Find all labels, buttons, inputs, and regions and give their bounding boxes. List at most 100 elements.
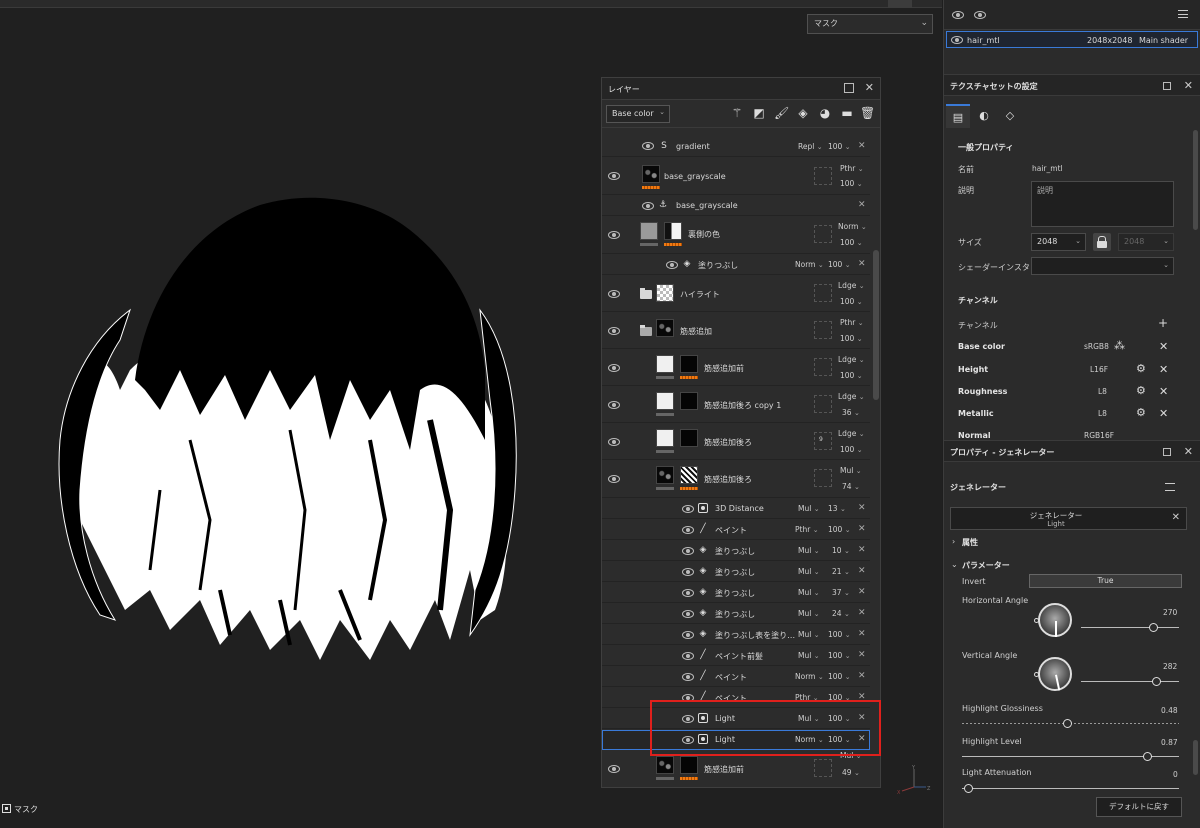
eye-icon[interactable] [608,475,620,483]
layer-row[interactable]: 筋感追加後ろ copy 1 Ldge ⌄ 36 ⌄ [602,387,870,423]
opacity[interactable]: 100 ⌄ [840,334,863,343]
tab-material-icon[interactable]: ◐ [972,104,996,128]
highlight-level-value[interactable]: 0.87 [1161,738,1178,747]
eye-icon[interactable] [608,327,620,335]
eye-icon[interactable] [682,547,694,555]
chevron-right-icon[interactable]: › [952,537,955,546]
eye-icon[interactable] [682,505,694,513]
eye-icon[interactable] [608,765,620,773]
effect-row[interactable]: ◈ 塗りつぶし表を塗り… Mul ⌄ 100 ⌄ ✕ [602,625,870,645]
chevron-down-icon[interactable]: ⌄ [951,560,958,569]
blend-mode[interactable]: Mul ⌄ [798,588,820,597]
remove-channel-icon[interactable]: ✕ [1159,407,1168,420]
attributes-section[interactable]: 属性 [962,537,978,548]
close-icon[interactable]: ✕ [858,200,866,210]
blend-mode[interactable]: Norm ⌄ [795,672,824,681]
close-icon[interactable]: ✕ [1184,79,1193,92]
opacity[interactable]: 13 ⌄ [828,504,846,513]
add-channel-icon[interactable]: + [1158,316,1168,330]
mask-slot[interactable] [814,225,832,243]
horizontal-angle-dial[interactable] [1034,603,1072,637]
blend-mode[interactable]: Mul ⌄ [798,546,820,555]
opacity[interactable]: 100 ⌄ [840,297,863,306]
horizontal-angle-slider[interactable] [1081,627,1179,628]
layer-row[interactable]: ◈ 塗りつぶし Norm ⌄ 100 ⌄ ✕ [602,255,870,275]
close-icon[interactable]: ✕ [858,692,866,702]
vertical-angle-value[interactable]: 282 [1163,662,1177,671]
vertical-angle-dial[interactable] [1034,657,1072,691]
eye-icon[interactable] [951,36,963,44]
blend-mode[interactable]: Mul ⌄ [798,651,820,660]
gear-icon[interactable]: ⚙ [1136,407,1146,418]
close-icon[interactable]: ✕ [858,545,866,555]
blend-mode[interactable]: Repl ⌄ [798,142,823,151]
gear-icon[interactable]: ⚙ [1136,363,1146,374]
opacity[interactable]: 100 ⌄ [840,445,863,454]
eye-icon[interactable] [608,290,620,298]
close-icon[interactable]: ✕ [858,650,866,660]
channel-select[interactable]: Base color ⌄ [606,105,670,123]
close-icon[interactable]: ✕ [858,566,866,576]
mask-slot[interactable] [814,284,832,302]
dial-handle[interactable] [1034,618,1039,623]
blend-mode[interactable]: Pthr ⌄ [840,318,864,327]
effect-row[interactable]: 3D Distance Mul ⌄ 13 ⌄ ✕ [602,499,870,519]
eye-icon[interactable] [642,142,654,150]
highlight-glossiness-value[interactable]: 0.48 [1161,706,1178,715]
close-icon[interactable]: ✕ [858,259,866,269]
eye-icon[interactable] [974,11,986,19]
opacity[interactable]: 100 ⌄ [828,630,851,639]
opacity[interactable]: 100 ⌄ [828,142,851,151]
blend-mode[interactable]: Norm ⌄ [795,735,824,744]
opacity[interactable]: 100 ⌄ [828,651,851,660]
brush-icon[interactable]: 🖌 [774,106,789,120]
blend-mode[interactable]: Ldge ⌄ [838,392,865,401]
opacity[interactable]: 10 ⌄ [832,546,850,555]
mask-add-icon[interactable]: ◕ [818,106,832,120]
eye-icon[interactable] [608,438,620,446]
eye-icon[interactable] [682,568,694,576]
eye-icon[interactable] [682,631,694,639]
invert-toggle[interactable]: True [1029,574,1182,588]
eye-icon[interactable] [682,715,694,723]
light-attenuation-slider[interactable] [962,788,1179,789]
fill-layer-icon[interactable]: ◈ [796,106,810,120]
effect-row[interactable]: ◈ 塗りつぶし Mul ⌄ 21 ⌄ ✕ [602,562,870,582]
mask-slot[interactable] [814,358,832,376]
texture-settings-scrollbar[interactable] [1193,130,1198,230]
panel-dock-icon[interactable] [844,83,854,93]
blend-mode[interactable]: Pthr ⌄ [840,164,864,173]
trash-icon[interactable]: 🗑 [860,106,875,120]
reset-default-button[interactable]: デフォルトに戻す [1096,797,1182,817]
close-icon[interactable]: ✕ [858,671,866,681]
menu-icon[interactable] [1165,483,1175,491]
opacity[interactable]: 100 ⌄ [840,238,863,247]
opacity[interactable]: 100 ⌄ [828,693,851,702]
eye-icon[interactable] [682,526,694,534]
texture-set-row[interactable]: hair_mtl 2048x2048 Main shader [946,31,1198,48]
blend-mode[interactable]: Ldge ⌄ [838,281,865,290]
parameters-section[interactable]: パラメーター [962,560,1010,571]
add-effect-icon[interactable]: ◩ [752,106,766,120]
close-icon[interactable]: ✕ [858,141,866,151]
mask-slot[interactable] [814,432,832,450]
layer-row[interactable]: ハイライト Ldge ⌄ 100 ⌄ [602,276,870,312]
opacity[interactable]: 100 ⌄ [828,672,851,681]
blend-mode[interactable]: Pthr ⌄ [795,693,819,702]
opacity[interactable]: 49 ⌄ [842,768,860,777]
layer-row[interactable]: 筋感追加後ろ 9 Ldge ⌄ 100 ⌄ [602,424,870,460]
blend-mode[interactable]: Ldge ⌄ [838,355,865,364]
panel-dock-icon[interactable] [1163,448,1171,456]
blend-mode[interactable]: Ldge ⌄ [838,429,865,438]
layer-row[interactable]: 筋感追加 Pthr ⌄ 100 ⌄ [602,313,870,349]
menu-icon[interactable] [1178,10,1188,18]
eye-icon[interactable] [608,401,620,409]
vertical-angle-slider[interactable] [1081,681,1179,682]
opacity[interactable]: 100 ⌄ [840,371,863,380]
mask-slot[interactable] [814,759,832,777]
close-icon[interactable]: ✕ [858,608,866,618]
close-icon[interactable]: ✕ [858,734,866,744]
effect-row-selected[interactable]: Light Norm ⌄ 100 ⌄ ✕ [602,730,870,750]
eye-icon[interactable] [642,202,654,210]
generator-scrollbar[interactable] [1193,740,1198,775]
